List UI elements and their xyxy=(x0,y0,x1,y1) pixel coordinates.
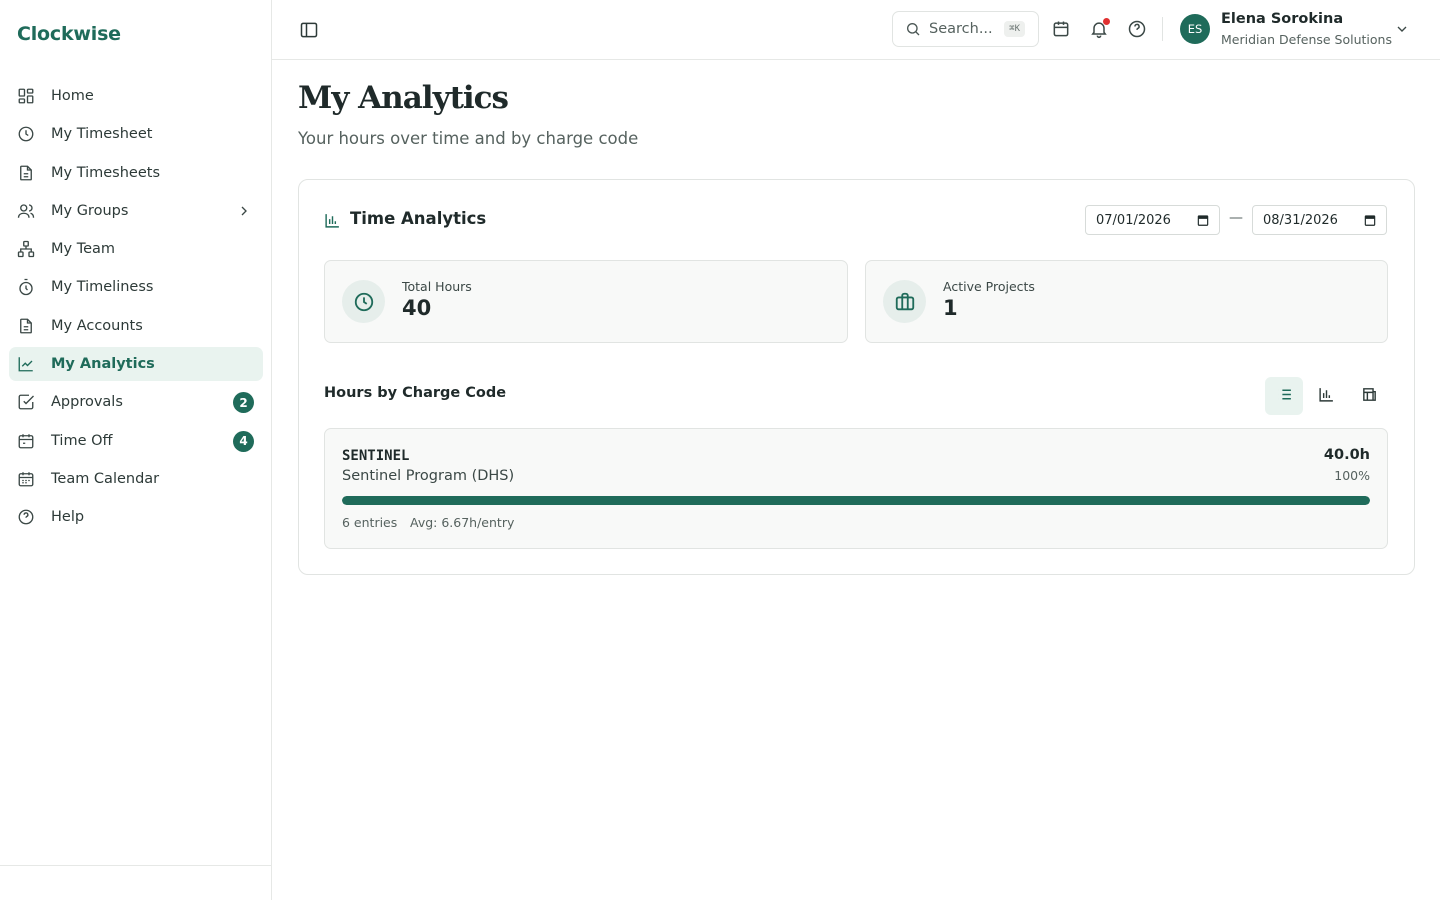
user-name[interactable]: Elena Sorokina xyxy=(1221,11,1343,27)
sidebar-item-label: My Analytics xyxy=(51,356,155,373)
sidebar-item-label: My Team xyxy=(51,241,116,258)
start-date-input[interactable]: 07/01/2026 xyxy=(1085,205,1220,235)
sidebar-toggle-icon[interactable] xyxy=(299,20,319,40)
header-divider xyxy=(1162,17,1163,41)
sidebar-item-my-timesheet[interactable]: My Timesheet xyxy=(9,117,263,151)
charge-code-hours: 40.0h xyxy=(1323,447,1370,463)
calendar-picker-icon[interactable] xyxy=(1363,213,1377,227)
time-off-count-badge: 4 xyxy=(233,430,254,452)
search-icon xyxy=(905,21,921,37)
dashboard-icon xyxy=(17,87,35,105)
calendar-icon xyxy=(17,432,35,450)
sidebar-item-my-team[interactable]: My Team xyxy=(9,232,263,266)
charge-code-average: Avg: 6.67h/entry xyxy=(410,515,515,530)
chevron-down-icon[interactable] xyxy=(1394,21,1410,37)
sidebar-item-label: Approvals xyxy=(51,394,123,411)
check-square-icon xyxy=(17,393,35,411)
sidebar-item-label: Help xyxy=(51,509,85,526)
sidebar-item-label: Time Off xyxy=(51,432,113,449)
end-date-input[interactable]: 08/31/2026 xyxy=(1252,205,1387,235)
stat-value: 1 xyxy=(943,296,958,320)
stat-value: 40 xyxy=(402,296,432,320)
sidebar-nav: Home My Timesheet My Timesheets My Group… xyxy=(9,79,263,539)
page-title: My Analytics xyxy=(298,80,509,116)
users-icon xyxy=(17,202,35,220)
notification-dot xyxy=(1103,18,1110,25)
charge-code: SENTINEL xyxy=(342,448,410,464)
list-icon xyxy=(1276,386,1293,407)
line-chart-icon xyxy=(17,355,35,373)
chart-view-button[interactable] xyxy=(1307,377,1345,415)
sidebar-item-my-analytics[interactable]: My Analytics xyxy=(9,347,263,382)
avatar[interactable]: ES xyxy=(1180,14,1210,44)
sidebar-footer-divider xyxy=(0,865,271,866)
user-organization: Meridian Defense Solutions xyxy=(1221,32,1392,47)
start-date-value: 07/01/2026 xyxy=(1096,212,1171,228)
sidebar-item-my-groups[interactable]: My Groups xyxy=(9,194,263,228)
time-analytics-card: Time Analytics 07/01/2026 — 08/31/2026 T… xyxy=(298,179,1415,575)
search-shortcut-badge: ⌘K xyxy=(1004,21,1025,37)
sidebar-item-approvals[interactable]: Approvals 2 xyxy=(9,385,263,419)
brand-logo[interactable]: Clockwise xyxy=(17,23,121,45)
clock-icon xyxy=(342,280,385,323)
sidebar-item-my-timeliness[interactable]: My Timeliness xyxy=(9,270,263,304)
search-input[interactable]: Search... ⌘K xyxy=(892,11,1039,47)
stat-label: Active Projects xyxy=(943,279,1035,294)
search-placeholder: Search... xyxy=(929,21,993,37)
clock-icon xyxy=(17,125,35,143)
bar-chart-icon xyxy=(1318,386,1335,407)
document-icon xyxy=(17,164,35,182)
hours-by-charge-code-title: Hours by Charge Code xyxy=(324,385,507,401)
sidebar-item-help[interactable]: Help xyxy=(9,500,263,534)
page-subtitle: Your hours over time and by charge code xyxy=(298,129,639,148)
top-header: Search... ⌘K ES Elena Sorokina Meridian … xyxy=(272,0,1440,60)
sidebar-item-time-off[interactable]: Time Off 4 xyxy=(9,424,263,458)
list-view-button[interactable] xyxy=(1265,377,1303,415)
table-icon xyxy=(1361,386,1378,407)
chevron-right-icon[interactable] xyxy=(236,203,252,219)
sidebar-item-my-accounts[interactable]: My Accounts xyxy=(9,309,263,343)
date-range-separator: — xyxy=(1229,210,1243,226)
sidebar-item-label: My Groups xyxy=(51,202,129,219)
sidebar-item-label: My Timesheets xyxy=(51,164,161,181)
charge-code-name: Sentinel Program (DHS) xyxy=(342,468,515,484)
charge-code-entries: 6 entries xyxy=(342,515,398,530)
charge-code-progress-fill xyxy=(342,496,1370,505)
sidebar-item-label: My Accounts xyxy=(51,317,143,334)
active-projects-stat: Active Projects 1 xyxy=(865,260,1388,343)
sidebar-item-label: Home xyxy=(51,88,94,104)
help-circle-icon[interactable] xyxy=(1127,19,1147,39)
calendar-icon[interactable] xyxy=(1051,19,1071,39)
sidebar-item-my-timesheets[interactable]: My Timesheets xyxy=(9,156,263,190)
end-date-value: 08/31/2026 xyxy=(1263,212,1338,228)
bell-icon[interactable] xyxy=(1089,18,1110,39)
sidebar-item-home[interactable]: Home xyxy=(9,79,263,113)
charge-code-row[interactable]: SENTINEL Sentinel Program (DHS) 40.0h 10… xyxy=(324,428,1388,549)
calendar-picker-icon[interactable] xyxy=(1196,213,1210,227)
total-hours-stat: Total Hours 40 xyxy=(324,260,848,343)
help-circle-icon xyxy=(17,508,35,526)
stat-label: Total Hours xyxy=(402,279,472,294)
briefcase-icon xyxy=(883,280,926,323)
sidebar: Clockwise Home My Timesheet My Timesheet… xyxy=(0,0,272,900)
sidebar-item-label: My Timesheet xyxy=(51,126,153,143)
charge-code-progress-bar xyxy=(342,496,1370,505)
sidebar-item-team-calendar[interactable]: Team Calendar xyxy=(9,462,263,496)
approvals-count-badge: 2 xyxy=(233,392,254,414)
bar-chart-icon xyxy=(324,212,341,229)
calendar-grid-icon xyxy=(17,470,35,488)
card-title: Time Analytics xyxy=(350,209,487,228)
charge-code-percent: 100% xyxy=(1334,468,1370,483)
timer-icon xyxy=(17,278,35,296)
sidebar-item-label: My Timeliness xyxy=(51,279,154,296)
document-icon xyxy=(17,317,35,335)
org-chart-icon xyxy=(17,240,35,258)
sidebar-item-label: Team Calendar xyxy=(51,470,160,487)
table-view-button[interactable] xyxy=(1350,377,1388,415)
